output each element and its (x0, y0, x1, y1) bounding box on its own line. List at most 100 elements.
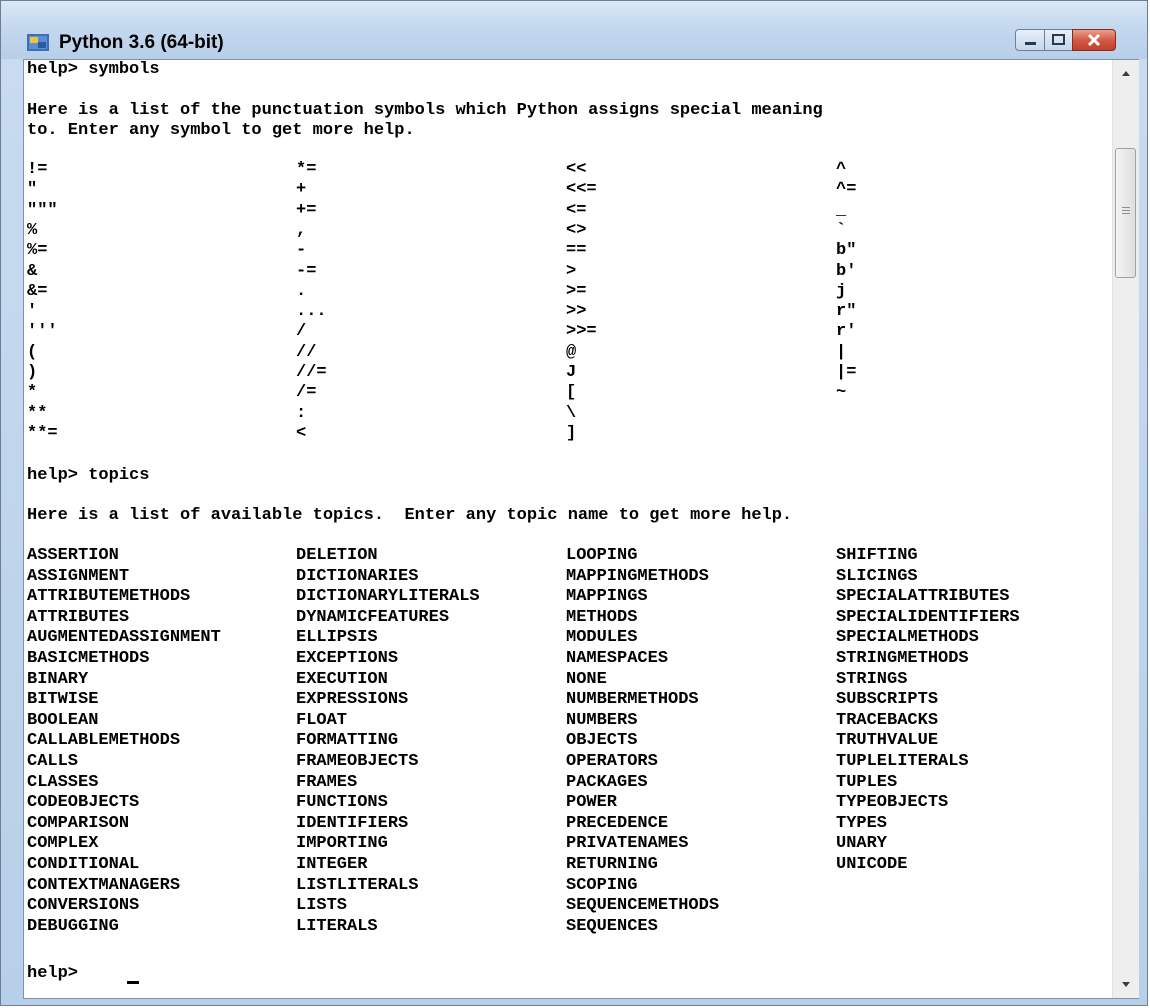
python-app-icon (27, 34, 49, 51)
topic-entry: SEQUENCEMETHODS (566, 896, 720, 916)
symbol-entry: >>= (566, 322, 597, 342)
topic-entry: INTEGER (296, 855, 368, 874)
symbol-entry: > (566, 261, 577, 281)
topic-entry: LISTS (296, 896, 348, 916)
topic-entry: TYPEOBJECTS (836, 793, 949, 813)
topic-entry: CODEOBJECTS (27, 793, 140, 813)
topic-entry: POWER (566, 793, 618, 813)
console-window: Python 3.6 (64-bit) help> symbols Here i… (0, 0, 1148, 1006)
topic-entry: BINARY (27, 669, 89, 689)
output-line: to. Enter any symbol to get more help. (27, 121, 415, 140)
grip-line (1122, 210, 1130, 211)
topic-entry: DYNAMICFEATURES (296, 607, 450, 627)
scrollbar-thumb[interactable] (1115, 148, 1136, 278)
topic-entry: CALLS (27, 752, 79, 771)
topic-entry: TUPLELITERALS (836, 752, 969, 771)
prompt-line: help> (27, 964, 89, 983)
symbol-entry: ''' (27, 322, 58, 342)
topic-entry: PRIVATENAMES (566, 834, 689, 854)
symbol-entry: ... (296, 302, 327, 322)
topic-entry: DELETION (296, 546, 378, 565)
console-output[interactable]: help> symbols Here is a list of the punc… (24, 60, 1109, 998)
symbol-entry: | (836, 342, 847, 362)
topic-entry: CLASSES (27, 772, 99, 792)
topic-entry: SHIFTING (836, 546, 918, 565)
minimize-button[interactable] (1015, 29, 1045, 51)
close-button[interactable] (1072, 29, 1116, 51)
topic-entry: OBJECTS (566, 731, 638, 751)
grip-line (1122, 207, 1130, 208)
symbol-entry: >> (566, 302, 587, 322)
scroll-down-arrow-icon[interactable] (1113, 972, 1139, 998)
topic-entry: EXPRESSIONS (296, 690, 409, 710)
topic-entry: SPECIALMETHODS (836, 628, 979, 648)
topic-entry: FRAMEOBJECTS (296, 752, 419, 771)
topic-entry: CONDITIONAL (27, 855, 140, 874)
symbol-entry: ] (566, 423, 577, 443)
topic-entry: NUMBERMETHODS (566, 690, 699, 710)
topic-entry: SPECIALATTRIBUTES (836, 587, 1010, 607)
symbol-entry: r' (836, 322, 857, 342)
symbol-entry: -= (296, 261, 317, 281)
symbol-entry: //= (296, 363, 327, 382)
topic-entry: ELLIPSIS (296, 628, 378, 648)
topic-entry: LITERALS (296, 916, 378, 936)
symbol-entry: != (27, 160, 48, 179)
topic-entry: SLICINGS (836, 566, 918, 586)
title-bar[interactable]: Python 3.6 (64-bit) (1, 1, 1147, 59)
symbol-entry: *= (296, 160, 317, 179)
topic-entry: NONE (566, 669, 607, 689)
symbol-entry: // (296, 342, 317, 362)
symbol-entry: << (566, 160, 587, 179)
text-cursor (127, 981, 139, 984)
console-client-area: help> symbols Here is a list of the punc… (23, 59, 1139, 999)
symbol-entry: % (27, 220, 38, 240)
symbol-entry: ^= (836, 180, 857, 200)
symbol-entry: * (27, 383, 38, 403)
symbol-entry: _ (836, 200, 847, 220)
topic-entry: TUPLES (836, 772, 898, 792)
topic-entry: ASSIGNMENT (27, 566, 130, 586)
prompt-line: help> symbols (27, 60, 160, 79)
maximize-button[interactable] (1044, 29, 1073, 51)
vertical-scrollbar[interactable] (1112, 60, 1139, 998)
topic-entry: TRACEBACKS (836, 710, 939, 730)
symbol-entry: & (27, 261, 38, 281)
symbol-entry: == (566, 241, 587, 261)
topic-entry: SPECIALIDENTIFIERS (836, 607, 1020, 627)
topic-entry: DEBUGGING (27, 916, 119, 936)
symbol-entry: <= (566, 200, 587, 220)
symbol-entry: - (296, 241, 307, 261)
topic-entry: TYPES (836, 813, 888, 833)
symbol-entry: [ (566, 383, 577, 403)
topic-entry: ASSERTION (27, 546, 119, 565)
symbol-entry: """ (27, 200, 58, 220)
topic-entry: BITWISE (27, 690, 99, 710)
symbol-entry: ) (27, 363, 38, 382)
topic-entry: MODULES (566, 628, 638, 648)
topic-entry: IDENTIFIERS (296, 813, 409, 833)
topic-entry: CALLABLEMETHODS (27, 731, 181, 751)
topic-entry: OPERATORS (566, 752, 658, 771)
symbol-entry: b' (836, 261, 857, 281)
topic-entry: UNICODE (836, 855, 908, 874)
topic-entry: RETURNING (566, 855, 658, 874)
symbol-entry: , (296, 220, 307, 240)
symbol-entry: @ (566, 342, 577, 362)
scroll-up-arrow-icon[interactable] (1113, 60, 1139, 86)
topic-entry: BASICMETHODS (27, 649, 150, 668)
topic-entry: AUGMENTEDASSIGNMENT (27, 628, 221, 648)
symbol-entry: ( (27, 342, 38, 362)
topic-entry: PRECEDENCE (566, 813, 669, 833)
topic-entry: STRINGMETHODS (836, 649, 969, 668)
symbol-entry: >= (566, 281, 587, 301)
topic-entry: LOOPING (566, 546, 638, 565)
symbol-entry: &= (27, 281, 48, 301)
symbol-entry: <<= (566, 180, 597, 200)
symbol-entry: / (296, 322, 307, 342)
close-icon (1087, 33, 1101, 47)
symbol-entry: ** (27, 403, 48, 423)
topic-entry: DICTIONARYLITERALS (296, 587, 480, 607)
grip-line (1122, 213, 1130, 214)
symbol-entry: < (296, 423, 307, 443)
